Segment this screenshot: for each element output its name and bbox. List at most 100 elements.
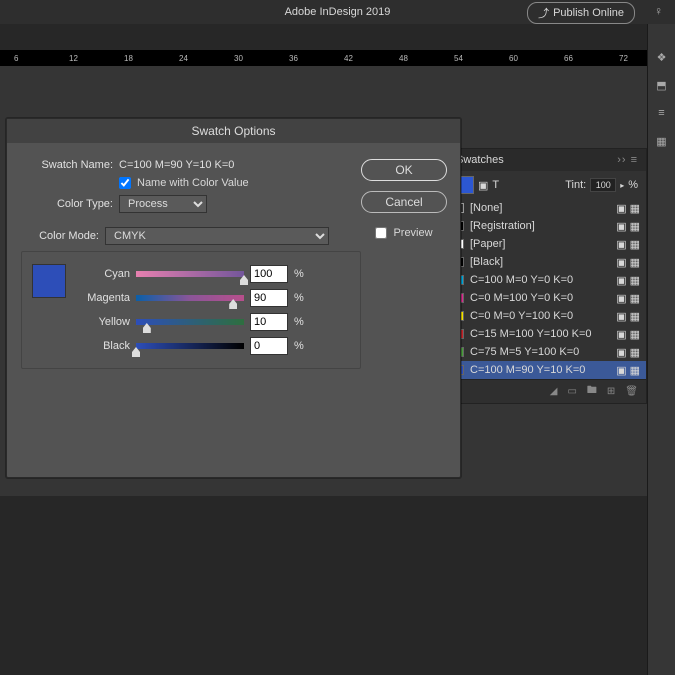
ruler-mark: 18 <box>124 54 133 63</box>
swatch-row[interactable]: [Paper] ▣ ▦ <box>448 235 646 253</box>
slider-yellow[interactable] <box>136 317 244 327</box>
swatch-row[interactable]: C=0 M=100 Y=0 K=0 ▣ ▦ <box>448 289 646 307</box>
color-sliders-group: Cyan% Magenta% Yellow%Black% <box>21 251 361 369</box>
name-with-value-label: Name with Color Value <box>137 177 249 189</box>
ruler-mark: 42 <box>344 54 353 63</box>
slider-value-input[interactable] <box>250 265 288 283</box>
edit-icon: ▣ <box>616 220 626 233</box>
help-icon[interactable]: ♀ <box>654 4 663 18</box>
ruler-mark: 36 <box>289 54 298 63</box>
slider-row: Black% <box>76 334 350 358</box>
swatch-row[interactable]: C=0 M=0 Y=100 K=0▣▦ <box>448 307 646 325</box>
slider-value-input[interactable] <box>250 313 288 331</box>
tint-label: Tint: <box>565 179 586 191</box>
color-mode-label: Color Mode: <box>21 230 99 242</box>
swatches-icon[interactable]: ▦ <box>654 134 670 148</box>
links-icon[interactable]: ⬒ <box>654 78 670 92</box>
name-with-value-input[interactable] <box>119 177 131 189</box>
color-mode-select[interactable]: CMYK <box>105 227 329 245</box>
sliders-container: Cyan% Magenta% Yellow%Black% <box>76 262 350 358</box>
slider-label: Magenta <box>76 292 130 304</box>
edit-icon: ▣ <box>616 328 626 341</box>
swatch-name: C=100 M=90 Y=10 K=0 <box>470 364 610 376</box>
swatch-type-icon[interactable]: ◢ <box>550 386 558 397</box>
slider-value-input[interactable] <box>250 337 288 355</box>
stroke-icon[interactable]: ≡ <box>654 106 670 120</box>
color-type-select[interactable]: Process <box>119 195 207 213</box>
ruler-mark: 66 <box>564 54 573 63</box>
swatch-row[interactable]: C=15 M=100 Y=100 K=0 ▣ ▦ <box>448 325 646 343</box>
dialog-title: Swatch Options <box>7 119 460 143</box>
slider-value-input[interactable] <box>250 289 288 307</box>
color-type-label: Color Type: <box>21 198 113 210</box>
swatch-name: C=15 M=100 Y=100 K=0 <box>470 328 610 340</box>
slider-label: Black <box>76 340 130 352</box>
swatch-name: C=75 M=5 Y=100 K=0 <box>470 346 610 358</box>
preview-input[interactable] <box>375 227 387 239</box>
swatches-controls: ▣ T Tint: 100 ▸ % <box>448 171 646 199</box>
ruler-mark: 72 <box>619 54 628 63</box>
edit-icon: ▣ <box>616 292 626 305</box>
text-icon[interactable]: T <box>492 179 499 191</box>
ok-button[interactable]: OK <box>361 159 447 181</box>
horizontal-ruler: 61218243036424854606672 <box>0 50 647 66</box>
cc-libraries-icon[interactable]: ❖ <box>654 50 670 64</box>
swatch-name: [Paper] <box>470 238 610 250</box>
ruler-mark: 12 <box>69 54 78 63</box>
percent-label: % <box>294 268 304 280</box>
swatches-panel: Swatches ›› ≡ ▣ T Tint: 100 ▸ % [None]▣▦… <box>447 148 647 404</box>
preview-label: Preview <box>393 227 432 239</box>
edit-icon: ▣ <box>616 238 626 251</box>
slider-cyan[interactable] <box>136 269 244 279</box>
cmyk-icon: ▦ <box>630 238 640 251</box>
cmyk-icon: ▦ <box>630 202 640 215</box>
cmyk-icon: ▦ <box>630 310 640 323</box>
tint-stepper-icon[interactable]: ▸ <box>620 181 624 190</box>
slider-magenta[interactable] <box>136 293 244 303</box>
cancel-button[interactable]: Cancel <box>361 191 447 213</box>
ruler-mark: 48 <box>399 54 408 63</box>
slider-row: Yellow% <box>76 310 350 334</box>
edit-icon: ▣ <box>616 202 626 215</box>
ruler-mark: 60 <box>509 54 518 63</box>
swatch-name-value: C=100 M=90 Y=10 K=0 <box>119 159 234 171</box>
right-toolbar: ❖ ⬒ ≡ ▦ <box>647 24 675 675</box>
preview-checkbox[interactable]: Preview <box>375 227 432 239</box>
folder-icon[interactable]: 🖿 <box>587 383 597 400</box>
swatch-name: C=100 M=0 Y=0 K=0 <box>470 274 610 286</box>
swatch-row[interactable]: [None]▣▦ <box>448 199 646 217</box>
edit-icon: ▣ <box>616 256 626 269</box>
swatches-panel-header[interactable]: Swatches ›› ≡ <box>448 149 646 171</box>
swatch-name: C=0 M=100 Y=0 K=0 <box>470 292 610 304</box>
tint-input[interactable]: 100 <box>590 178 616 192</box>
name-with-value-checkbox[interactable]: Name with Color Value <box>119 177 249 189</box>
container-icon[interactable]: ▣ <box>478 179 488 192</box>
new-group-icon[interactable]: ▭ <box>567 386 576 397</box>
swatch-options-dialog: Swatch Options Swatch Name: C=100 M=90 Y… <box>6 118 461 478</box>
swatch-name: [Black] <box>470 256 610 268</box>
swatch-row[interactable]: [Black]▣▦ <box>448 253 646 271</box>
trash-icon[interactable]: 🗑 <box>625 386 638 397</box>
tint-unit: % <box>628 179 638 191</box>
ruler-mark: 6 <box>14 54 18 63</box>
publish-online-button[interactable]: ⤴ Publish Online <box>527 2 635 24</box>
swatch-row[interactable]: [Registration]▣▦ <box>448 217 646 235</box>
slider-label: Yellow <box>76 316 130 328</box>
new-swatch-icon[interactable]: ⊞ <box>607 386 615 397</box>
panel-menu-icon[interactable]: ›› ≡ <box>617 154 638 166</box>
swatch-name-label: Swatch Name: <box>21 159 113 171</box>
swatches-panel-title: Swatches <box>456 154 504 166</box>
slider-black[interactable] <box>136 341 244 351</box>
edit-icon: ▣ <box>616 364 626 377</box>
cmyk-icon: ▦ <box>630 328 640 341</box>
edit-icon: ▣ <box>616 310 626 323</box>
swatch-row[interactable]: C=75 M=5 Y=100 K=0▣▦ <box>448 343 646 361</box>
app-titlebar: Adobe InDesign 2019 ⤴ Publish Online ♀ <box>0 0 675 24</box>
swatch-row[interactable]: C=100 M=90 Y=10 K=0▣▦ <box>448 361 646 379</box>
slider-row: Cyan% <box>76 262 350 286</box>
cmyk-icon: ▦ <box>630 346 640 359</box>
upload-icon: ⤴ <box>538 5 549 21</box>
swatch-row[interactable]: C=100 M=0 Y=0 K=0▣▦ <box>448 271 646 289</box>
cmyk-icon: ▦ <box>630 292 640 305</box>
edit-icon: ▣ <box>616 274 626 287</box>
